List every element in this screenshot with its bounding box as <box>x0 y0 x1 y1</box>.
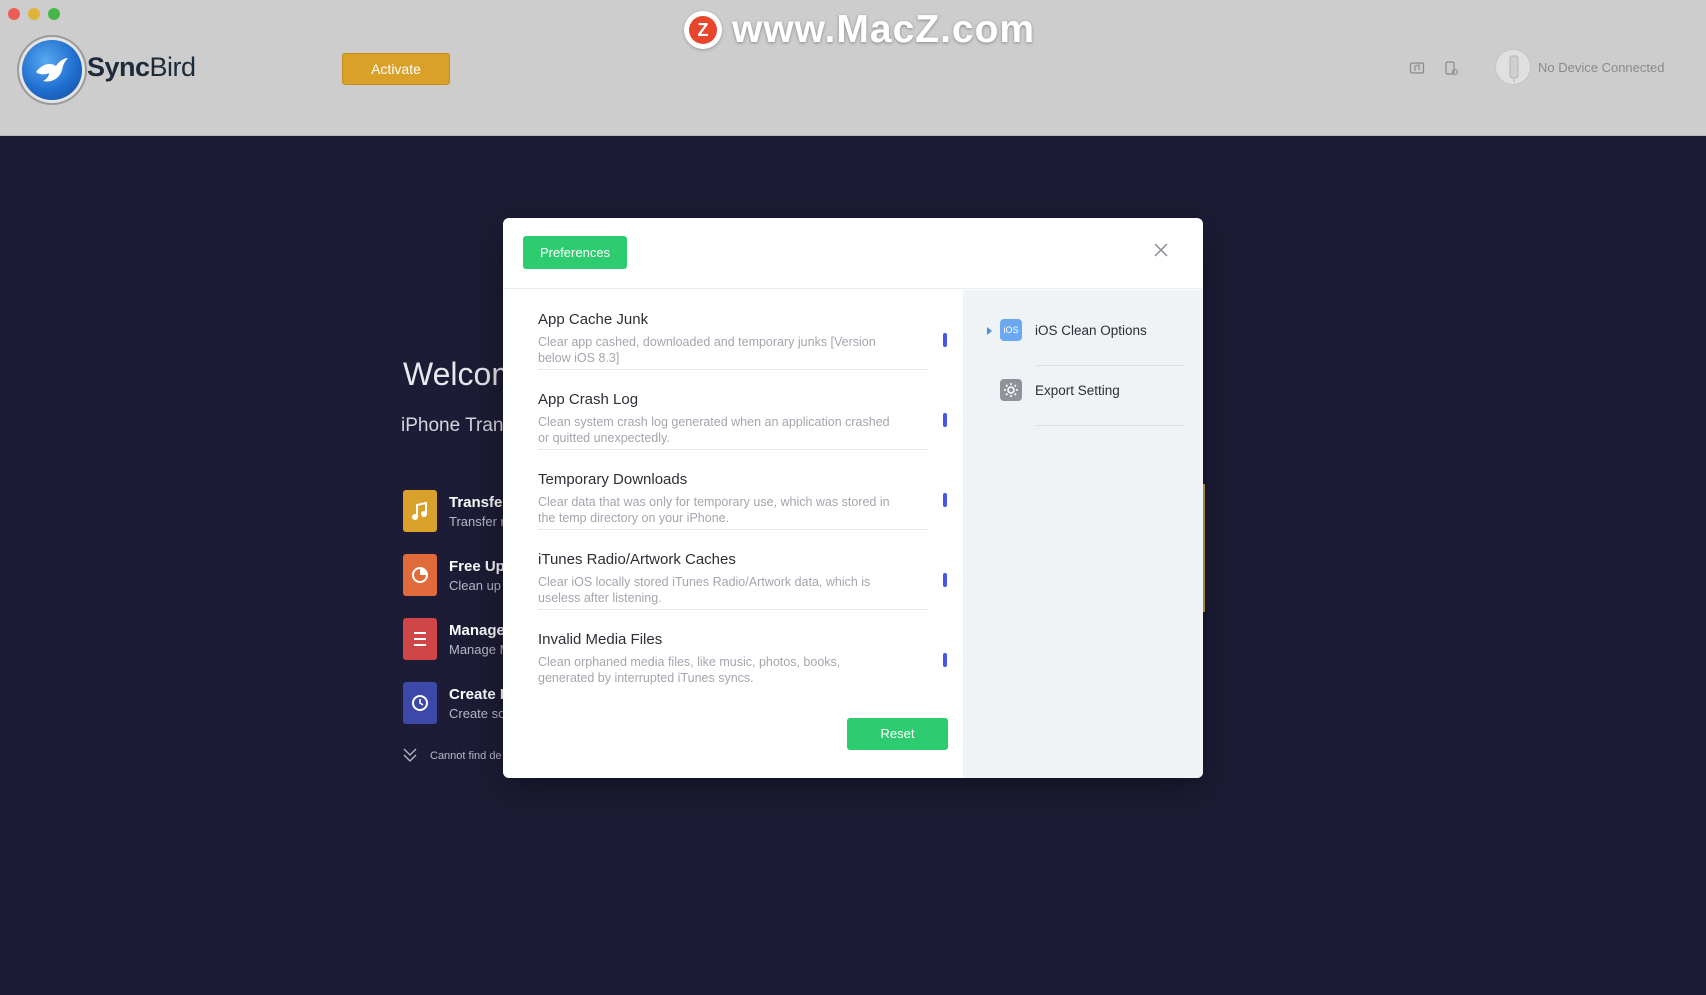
clock-icon <box>403 682 437 724</box>
list-icon <box>403 618 437 660</box>
preferences-tab-button[interactable]: Preferences <box>523 236 627 269</box>
close-window-button[interactable] <box>8 8 20 20</box>
sidebar-item-ios-clean-options[interactable]: iOS iOS Clean Options <box>963 305 1203 366</box>
pie-chart-icon <box>403 554 437 596</box>
watermark-text: www.MacZ.com <box>732 8 1036 51</box>
cannot-find-device-link[interactable]: Cannot find de <box>430 750 502 762</box>
clean-options-list: App Cache Junk Clear app cashed, downloa… <box>538 290 947 690</box>
gear-icon <box>1000 379 1022 401</box>
option-toggle[interactable] <box>943 653 947 667</box>
activate-button[interactable]: Activate <box>342 53 450 85</box>
list-item-app-crash-log: App Crash Log Clean system crash log gen… <box>538 370 947 450</box>
option-toggle[interactable] <box>943 333 947 347</box>
option-toggle[interactable] <box>943 573 947 587</box>
sidebar-item-export-setting[interactable]: Export Setting <box>963 365 1203 426</box>
option-toggle[interactable] <box>943 413 947 427</box>
dialog-header: Preferences <box>503 218 1203 289</box>
no-device-phone-icon <box>1495 49 1531 85</box>
zoom-window-button[interactable] <box>48 8 60 20</box>
divider <box>1035 425 1185 426</box>
list-item-temporary-downloads: Temporary Downloads Clear data that was … <box>538 450 947 530</box>
list-item-itunes-radio-caches: iTunes Radio/Artwork Caches Clear iOS lo… <box>538 530 947 610</box>
welcome-subtitle: iPhone Trans <box>401 415 513 436</box>
music-transfer-icon[interactable] <box>1409 60 1425 76</box>
chevron-down-icon[interactable] <box>403 746 417 769</box>
list-item-app-cache-junk: App Cache Junk Clear app cashed, downloa… <box>538 290 947 370</box>
watermark-logo-icon: Z <box>684 11 722 49</box>
music-note-icon <box>403 490 437 532</box>
welcome-title: Welcom <box>403 356 518 392</box>
app-brand: SyncBird <box>87 52 196 82</box>
syncbird-logo-icon <box>22 40 82 100</box>
close-icon[interactable] <box>1153 242 1169 258</box>
title-bar: SyncBird Activate Z www.MacZ.com No Devi… <box>0 0 1706 136</box>
watermark: Z www.MacZ.com <box>684 8 1036 51</box>
ios-icon: iOS <box>1000 319 1022 341</box>
preferences-sidebar: iOS iOS Clean Options Export Setting <box>963 290 1203 778</box>
minimize-window-button[interactable] <box>28 8 40 20</box>
preferences-dialog: Preferences App Cache Junk Clear app cas… <box>503 218 1203 778</box>
reset-button[interactable]: Reset <box>847 718 948 750</box>
caret-right-icon <box>987 327 992 335</box>
list-item-invalid-media-files: Invalid Media Files Clean orphaned media… <box>538 610 947 690</box>
device-manage-icon[interactable] <box>1443 60 1459 76</box>
option-toggle[interactable] <box>943 493 947 507</box>
device-status-text: No Device Connected <box>1538 60 1665 75</box>
